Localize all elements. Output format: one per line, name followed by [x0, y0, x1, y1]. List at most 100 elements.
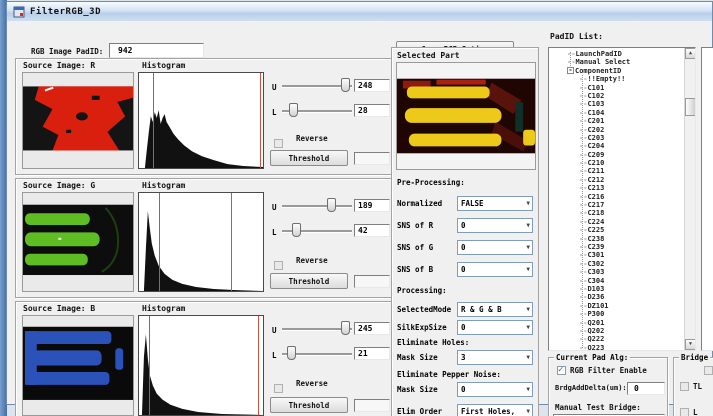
tree-item[interactable]: --C201 [549, 117, 684, 125]
sns-of-r-select[interactable]: 0 ▼ [457, 218, 533, 233]
pepper-mask-size-label: Mask Size [397, 385, 438, 394]
l-value-field-r[interactable]: 28 [354, 104, 390, 117]
tree-item[interactable]: --C225 [549, 226, 684, 234]
source-image-g-picture [23, 193, 133, 291]
sns-of-g-select[interactable]: 0 ▼ [457, 240, 533, 255]
tree-item[interactable]: --C102 [549, 92, 684, 100]
tree-item[interactable]: --C203 [549, 134, 684, 142]
reverse-checkbox-b[interactable] [274, 384, 283, 393]
tree-item-label: Q201 [587, 319, 604, 327]
l-value-field-g[interactable]: 42 [354, 224, 390, 237]
l-slider-thumb-b[interactable] [287, 346, 296, 360]
silk-exp-size-row: SilkExpSize 0 ▼ [397, 320, 533, 335]
silk-exp-size-select[interactable]: 0 ▼ [457, 320, 533, 335]
u-value-r: 248 [358, 81, 372, 90]
tree-item[interactable]: --C301 [549, 251, 684, 259]
tree-item[interactable]: --C216 [549, 193, 684, 201]
l-slider-r[interactable] [282, 106, 352, 115]
title-bar[interactable]: FilterRGB_3D [7, 2, 712, 21]
histogram-r-lower-line [153, 73, 154, 168]
scroll-down-icon[interactable]: ▼ [685, 339, 696, 350]
tree-item[interactable]: --D103 [549, 285, 684, 293]
tree-item[interactable]: --C209 [549, 151, 684, 159]
tree-item[interactable]: --C211 [549, 167, 684, 175]
tree-item[interactable]: --C213 [549, 184, 684, 192]
elim-order-select[interactable]: First Holes, ▼ [457, 404, 533, 416]
normalized-select[interactable]: FALSE ▼ [457, 196, 533, 211]
threshold-button-b[interactable]: Threshold [270, 397, 348, 413]
scroll-up-icon[interactable]: ▲ [685, 48, 696, 59]
normalized-row: Normalized FALSE ▼ [397, 196, 533, 211]
tree-item[interactable]: --Q201 [549, 319, 684, 327]
tree-item[interactable]: --Q222 [549, 335, 684, 343]
reverse-label-r: Reverse [296, 134, 328, 143]
bridge-partial-checkbox[interactable] [704, 366, 713, 375]
tree-scrollbar[interactable]: ▲ ▼ [684, 48, 695, 350]
tree-item[interactable]: --C204 [549, 142, 684, 150]
collapse-icon[interactable]: - [567, 67, 574, 74]
u-value-field-r[interactable]: 248 [354, 79, 390, 92]
tree-item[interactable]: --DZ101 [549, 302, 684, 310]
u-slider-thumb-g[interactable] [327, 198, 336, 212]
u-slider-thumb-b[interactable] [341, 321, 350, 335]
reverse-checkbox-r[interactable] [274, 139, 283, 148]
bridge-l-checkbox[interactable] [680, 408, 689, 416]
tree-item[interactable]: --C224 [549, 218, 684, 226]
screen: FilterRGB_3D RGB Image PadID: 942 Copy R… [0, 0, 713, 416]
threshold-button-r[interactable]: Threshold [270, 150, 348, 166]
l-slider-thumb-r[interactable] [289, 103, 298, 117]
tree-items: --LaunchPadID--Manual Select-ComponentID… [549, 50, 684, 351]
normalized-label: Normalized [397, 199, 442, 208]
tree-item[interactable]: --C238 [549, 235, 684, 243]
tree-item[interactable]: --C212 [549, 176, 684, 184]
tree-item[interactable]: -ComponentID [549, 67, 684, 75]
histogram-b [138, 315, 264, 416]
u-slider-r[interactable] [282, 81, 352, 90]
tree-item[interactable]: --Q202 [549, 327, 684, 335]
tree-item[interactable]: --C104 [549, 109, 684, 117]
tree-item[interactable]: --LaunchPadID [549, 50, 684, 58]
tree-item[interactable]: --Q223 [549, 344, 684, 351]
selected-mode-select[interactable]: R & G & B ▼ [457, 302, 533, 317]
tree-item[interactable]: --C103 [549, 100, 684, 108]
l-slider-thumb-g[interactable] [292, 223, 301, 237]
u-slider-g[interactable] [282, 201, 352, 210]
tree-item[interactable]: --C217 [549, 201, 684, 209]
bridge-tl-label: TL [693, 382, 702, 391]
tree-item[interactable]: --C210 [549, 159, 684, 167]
tree-item[interactable]: --C304 [549, 277, 684, 285]
tree-item-label: Manual Select [575, 58, 630, 66]
bridge-tl-checkbox[interactable] [680, 382, 689, 391]
tree-item[interactable]: --D236 [549, 293, 684, 301]
l-value-field-b[interactable]: 21 [354, 347, 390, 360]
reverse-checkbox-g[interactable] [274, 261, 283, 270]
u-value-field-g[interactable]: 189 [354, 199, 390, 212]
tree-item[interactable]: --C218 [549, 209, 684, 217]
threshold-button-g[interactable]: Threshold [270, 273, 348, 289]
u-value-field-b[interactable]: 245 [354, 322, 390, 335]
rgb-filter-enable-checkbox[interactable] [557, 366, 566, 375]
pad-id-list-label: PadID List: [550, 32, 603, 41]
l-slider-g[interactable] [282, 226, 352, 235]
pepper-mask-size-select[interactable]: 0 ▼ [457, 382, 533, 397]
sns-of-r-value: 0 [461, 221, 466, 230]
sns-of-b-select[interactable]: 0 ▼ [457, 262, 533, 277]
tree-item[interactable]: --C239 [549, 243, 684, 251]
tree-item-label: C303 [587, 268, 604, 276]
u-slider-b[interactable] [282, 324, 352, 333]
tree-item-label: C201 [587, 117, 604, 125]
tree-item[interactable]: --P300 [549, 310, 684, 318]
tree-item[interactable]: --C303 [549, 268, 684, 276]
tree-item[interactable]: --!!Empty!! [549, 75, 684, 83]
pad-id-field[interactable]: 942 [109, 43, 204, 58]
tree-item[interactable]: --C202 [549, 126, 684, 134]
l-value-g: 42 [358, 226, 368, 235]
u-slider-thumb-r[interactable] [341, 78, 350, 92]
tree-item[interactable]: --C101 [549, 84, 684, 92]
holes-mask-size-select[interactable]: 3 ▼ [457, 350, 533, 365]
pad-id-label: RGB Image PadID: [31, 47, 103, 56]
brdg-add-delta-field[interactable]: 0 [627, 382, 665, 395]
l-slider-b[interactable] [282, 349, 352, 358]
tree-item[interactable]: --C302 [549, 260, 684, 268]
scrollbar-thumb[interactable] [685, 98, 696, 116]
